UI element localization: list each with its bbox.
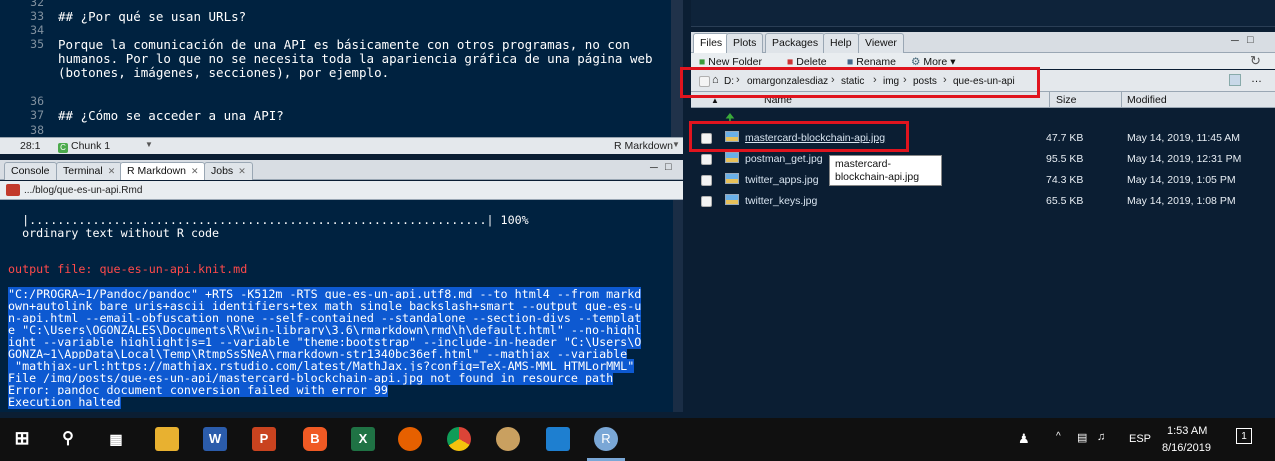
chevron-down-icon: ▼ [145,140,153,149]
files-pane: Files Plots Packages Help Viewer ─ □ ■ N… [691,0,1275,412]
cursor-position: 28:1 [20,140,41,152]
image-file-icon [725,194,739,205]
editor-line[interactable]: humanos. Por lo que no se necesita toda … [0,52,683,65]
editor-line[interactable]: 34 [0,24,683,37]
chunk-selector[interactable]: C Chunk 1 [58,140,110,153]
files-tab-bar: Files Plots Packages Help Viewer ─ □ [691,32,1275,53]
file-explorer-icon[interactable] [155,427,179,451]
tab-help[interactable]: Help [823,33,859,53]
file-size: 47.7 KB [1046,132,1084,144]
editor-status-bar: 28:1 C Chunk 1 ▼ R Markdown ▼ [0,137,683,154]
tab-plots[interactable]: Plots [726,33,764,53]
file-size: 95.5 KB [1046,153,1084,165]
paint-icon[interactable] [496,427,520,451]
file-modified: May 14, 2019, 1:08 PM [1127,195,1236,207]
maximize-icon[interactable]: □ [1247,34,1254,46]
task-view-icon[interactable]: ▦ [104,427,128,451]
firefox-icon[interactable] [398,427,422,451]
maximize-icon[interactable]: □ [665,161,672,173]
editor-line[interactable]: 38 [0,124,683,137]
console-output[interactable]: |.......................................… [0,200,673,412]
files-sync-icon[interactable] [1229,74,1241,86]
highlight-annotation [689,121,909,152]
files-scrollbar[interactable] [1265,108,1275,412]
tab-console[interactable]: Console [4,162,57,180]
file-name-tooltip: mastercard- blockchain-api.jpg [829,155,942,186]
editor-line[interactable]: 36 [0,95,683,108]
file-modified: May 14, 2019, 12:31 PM [1127,153,1242,165]
console-scrollbar[interactable] [673,200,683,412]
console-line: Execution halted [8,395,121,409]
tab-viewer[interactable]: Viewer [858,33,904,53]
highlight-annotation [680,67,1040,98]
size-column-header[interactable]: Size [1056,94,1076,106]
environment-pane-bottom [691,0,1275,27]
image-file-icon [725,173,739,184]
close-icon[interactable]: ✕ [108,166,116,176]
file-name-link[interactable]: postman_get.jpg [745,153,823,165]
console-tab-bar: Console Terminal ✕ R Markdown ✕ Jobs ✕ ─ □ [0,160,683,180]
network-icon[interactable]: ▤ [1077,431,1087,444]
file-checkbox[interactable] [701,196,712,207]
refresh-icon[interactable]: ↻ [1250,53,1261,69]
word-icon[interactable]: W [203,427,227,451]
close-icon[interactable]: ✕ [191,166,199,176]
file-modified: May 14, 2019, 1:05 PM [1127,174,1236,186]
file-row[interactable]: postman_get.jpg 95.5 KB May 14, 2019, 12… [691,149,1275,170]
tab-r-markdown[interactable]: R Markdown ✕ [120,162,206,180]
file-name-link[interactable]: twitter_apps.jpg [745,174,819,186]
file-name-link[interactable]: twitter_keys.jpg [745,195,817,207]
tab-packages[interactable]: Packages [765,33,826,53]
file-row[interactable]: twitter_apps.jpg 74.3 KB May 14, 2019, 1… [691,170,1275,191]
console-line: output file: que-es-un-api.knit.md [8,262,248,276]
chevron-down-icon: ▼ [672,140,680,149]
tab-jobs[interactable]: Jobs ✕ [204,162,253,180]
tab-files[interactable]: Files [693,33,730,53]
input-language[interactable]: ESP [1129,433,1151,445]
tab-terminal[interactable]: Terminal ✕ [56,162,123,180]
file-size: 65.5 KB [1046,195,1084,207]
rmarkdown-icon [6,184,20,196]
start-icon[interactable]: ⊞ [10,427,34,451]
editor-line[interactable]: 35 Porque la comunicación de una API es b… [0,38,683,52]
chevron-up-icon[interactable]: ^ [1056,431,1061,442]
source-editor[interactable]: 32 33 ## ¿Por qué se usan URLs? 34 35 Porq… [0,0,683,137]
file-modified: May 14, 2019, 11:45 AM [1127,132,1241,144]
close-icon[interactable]: ✕ [238,166,246,176]
windows-taskbar: ⊞ ⚲ ▦ W P B X R ♟ ^ ▤ ♫ ESP 1:53 AM 8/16… [0,418,1275,461]
excel-icon[interactable]: X [351,427,375,451]
search-icon[interactable]: ⚲ [56,427,80,451]
editor-line[interactable]: (botones, imágenes, secciones), por ejem… [0,66,683,79]
file-checkbox[interactable] [701,154,712,165]
rstudio-icon[interactable]: R [594,427,618,451]
file-size: 74.3 KB [1046,174,1084,186]
powerpoint-icon[interactable]: P [252,427,276,451]
chunk-icon: C [58,143,68,153]
ellipsis-icon[interactable]: … [1251,73,1262,85]
console-line: |.......................................… [8,213,529,227]
minimize-icon[interactable]: ─ [1231,35,1239,47]
people-icon[interactable]: ♟ [1018,431,1030,447]
file-checkbox[interactable] [701,175,712,186]
volume-icon[interactable]: ♫ [1097,431,1105,443]
minimize-icon[interactable]: ─ [650,162,658,174]
language-selector[interactable]: R Markdown [614,140,673,152]
file-row[interactable]: twitter_keys.jpg 65.5 KB May 14, 2019, 1… [691,191,1275,212]
editor-line[interactable]: 32 [0,0,683,9]
clock-date[interactable]: 8/16/2019 [1162,442,1211,454]
brave-icon[interactable]: B [303,427,327,451]
document-path: .../blog/que-es-un-api.Rmd [24,185,143,196]
notifications-icon[interactable]: 1 [1236,428,1252,444]
clock-time[interactable]: 1:53 AM [1167,425,1207,437]
image-file-icon [725,152,739,163]
editor-line[interactable]: 37 ## ¿Cómo se acceder a una API? [0,109,683,123]
vscode-icon[interactable] [546,427,570,451]
console-line: ordinary text without R code [8,226,220,240]
chrome-icon[interactable] [447,427,471,451]
editor-line[interactable]: 33 ## ¿Por qué se usan URLs? [0,10,683,24]
modified-column-header[interactable]: Modified [1127,94,1167,106]
console-subheader: .../blog/que-es-un-api.Rmd [0,181,683,200]
